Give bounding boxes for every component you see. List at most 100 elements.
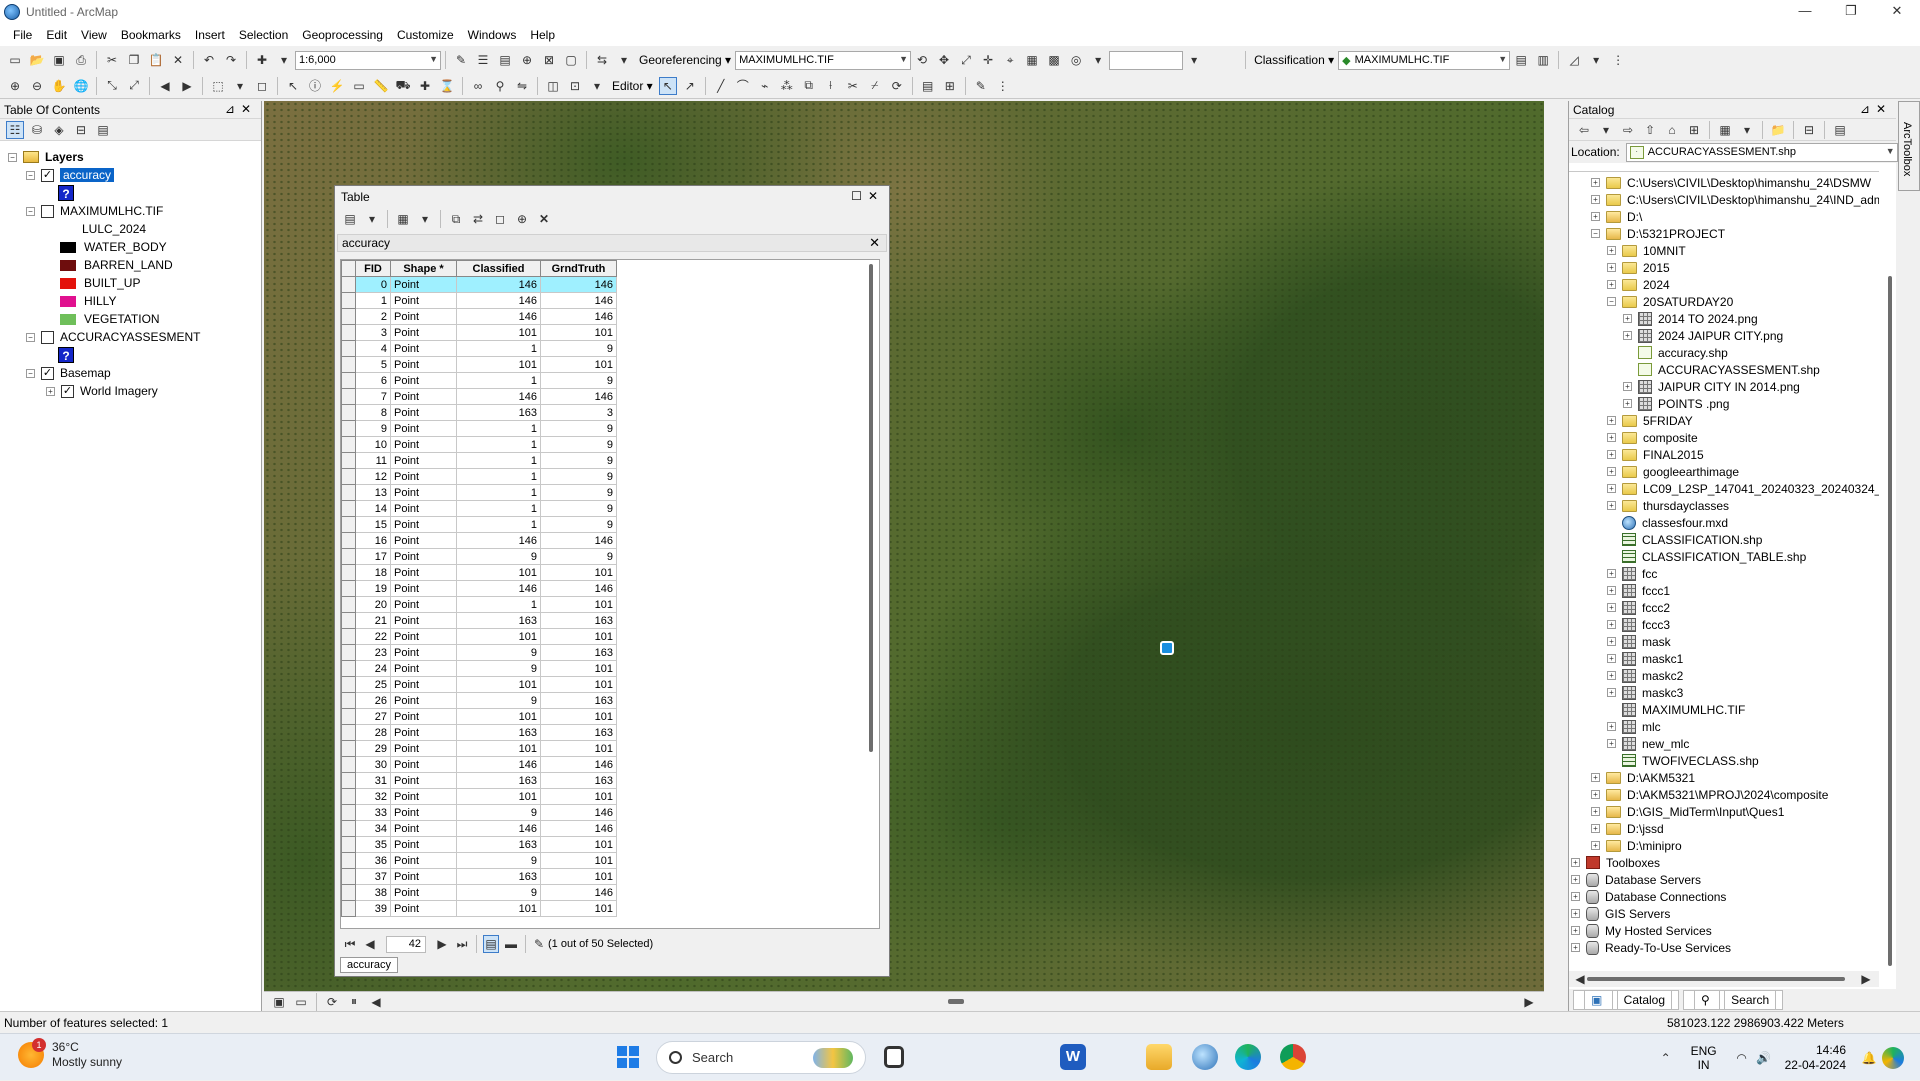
collapse-icon[interactable]: − (1607, 297, 1616, 306)
table-options-icon[interactable]: ▤ (341, 210, 359, 228)
cell-grndtruth[interactable]: 146 (540, 276, 617, 293)
table-row[interactable]: 36 Point 9 101 (341, 852, 617, 869)
swipe-icon[interactable]: ⇋ (513, 77, 531, 95)
chevron-down-icon[interactable]: ▾ (1738, 121, 1756, 139)
table-row[interactable]: 25 Point 101 101 (341, 676, 617, 693)
row-selector[interactable] (341, 452, 356, 469)
cell-grndtruth[interactable]: 9 (540, 420, 617, 437)
table-row[interactable]: 26 Point 9 163 (341, 692, 617, 709)
minimize-button[interactable]: — (1782, 0, 1828, 24)
next-record-icon[interactable]: ▶ (434, 935, 450, 953)
row-selector[interactable] (341, 644, 356, 661)
row-selector[interactable] (341, 420, 356, 437)
close-icon[interactable]: ✕ (868, 189, 884, 203)
row-selector[interactable] (341, 820, 356, 837)
tab-catalog[interactable]: ▣ Catalog (1573, 990, 1680, 1010)
viewer-icon[interactable]: ◎ (1067, 51, 1085, 69)
row-selector[interactable] (341, 660, 356, 677)
cell-classified[interactable]: 1 (456, 340, 541, 357)
row-selector-header[interactable] (341, 260, 356, 277)
cell-classified[interactable]: 9 (456, 852, 541, 869)
barren-land-swatch[interactable] (60, 259, 76, 271)
zoom-in-icon[interactable]: ⊕ (6, 77, 24, 95)
cell-classified[interactable]: 1 (456, 372, 541, 389)
expand-icon[interactable]: + (1571, 943, 1580, 952)
catalog-tree-item[interactable]: + mask (1607, 633, 1671, 650)
scroll-left-icon[interactable]: ◀ (367, 993, 385, 1011)
row-selector[interactable] (341, 724, 356, 741)
delete-icon[interactable]: ✕ (169, 51, 187, 69)
table-row[interactable]: 13 Point 1 9 (341, 484, 617, 501)
table-row[interactable]: 30 Point 146 146 (341, 756, 617, 773)
clear-selection-icon[interactable]: ◻ (253, 77, 271, 95)
cell-classified[interactable]: 146 (456, 820, 541, 837)
cell-shape[interactable]: Point (390, 308, 457, 325)
cell-grndtruth[interactable]: 9 (540, 452, 617, 469)
table-row[interactable]: 8 Point 163 3 (341, 404, 617, 421)
classification-menu[interactable]: Classification ▾ (1254, 53, 1334, 67)
cell-classified[interactable]: 9 (456, 804, 541, 821)
catalog-tree-item[interactable]: +2014 TO 2024.png (1623, 310, 1758, 327)
cell-grndtruth[interactable]: 101 (540, 564, 617, 581)
catalog-tree-item[interactable]: + maskc3 (1607, 684, 1683, 701)
catalog-tree-item[interactable]: accuracy.shp (1623, 344, 1728, 361)
zoom-out-icon[interactable]: ⊖ (28, 77, 46, 95)
pin-icon[interactable]: ⊿ (225, 102, 241, 116)
cell-fid[interactable]: 4 (355, 340, 391, 357)
identify-icon[interactable]: ⓘ (306, 77, 324, 95)
training-sample-manager-icon[interactable]: ▤ (1512, 51, 1530, 69)
row-selector[interactable] (341, 484, 356, 501)
catalog-tree-item[interactable]: + LC09_L2SP_147041_20240323_20240324_02_T (1607, 480, 1879, 497)
scale-icon[interactable]: ⤢ (957, 51, 975, 69)
collapse-icon[interactable]: − (26, 332, 35, 342)
column-header-classified[interactable]: Classified (456, 260, 541, 277)
row-selector[interactable] (341, 692, 356, 709)
cell-grndtruth[interactable]: 101 (540, 868, 617, 885)
catalog-tree-item[interactable]: + C:\Users\CIVIL\Desktop\himanshu_24\IND_… (1591, 191, 1879, 208)
row-selector[interactable] (341, 596, 356, 613)
cell-classified[interactable]: 163 (456, 724, 541, 741)
cell-grndtruth[interactable]: 101 (540, 356, 617, 373)
add-data-icon[interactable]: ✚ (253, 51, 271, 69)
chevron-down-icon[interactable]: ▾ (588, 77, 606, 95)
catalog-tree-item[interactable]: +10MNIT (1607, 242, 1686, 259)
cell-shape[interactable]: Point (390, 500, 457, 517)
word-app-icon[interactable]: W (1060, 1044, 1086, 1070)
cell-fid[interactable]: 7 (355, 388, 391, 405)
cell-shape[interactable]: Point (390, 676, 457, 693)
cell-shape[interactable]: Point (390, 292, 457, 309)
scroll-right-icon[interactable]: ▶ (1857, 970, 1875, 988)
catalog-tree-item[interactable]: + composite (1607, 429, 1698, 446)
vertical-scrollbar[interactable] (869, 264, 873, 752)
cell-grndtruth[interactable]: 146 (540, 820, 617, 837)
catalog-tree-item[interactable]: + new_mlc (1607, 735, 1689, 752)
cell-fid[interactable]: 33 (355, 804, 391, 821)
catalog-tree-item[interactable]: + POINTS .png (1623, 395, 1729, 412)
previous-record-icon[interactable]: ◀ (362, 935, 378, 953)
cell-shape[interactable]: Point (390, 868, 457, 885)
cell-shape[interactable]: Point (390, 900, 457, 917)
cell-grndtruth[interactable]: 163 (540, 772, 617, 789)
toc-item-accuracy[interactable]: − ✓ accuracy (26, 166, 115, 184)
show-selected-records-icon[interactable]: ▬ (503, 935, 519, 953)
cell-fid[interactable]: 30 (355, 756, 391, 773)
cell-shape[interactable]: Point (390, 804, 457, 821)
cell-grndtruth[interactable]: 101 (540, 596, 617, 613)
toggle-contents-icon[interactable]: ⊞ (1685, 121, 1703, 139)
cell-shape[interactable]: Point (390, 820, 457, 837)
expand-icon[interactable]: + (1607, 739, 1616, 748)
clear-selection-icon[interactable]: ◻ (491, 210, 509, 228)
cell-classified[interactable]: 101 (456, 628, 541, 645)
cell-grndtruth[interactable]: 9 (540, 484, 617, 501)
column-header-fid[interactable]: FID (355, 260, 391, 277)
collapse-icon[interactable]: − (26, 368, 35, 378)
grid-view-icon[interactable]: ▩ (1045, 51, 1063, 69)
row-selector[interactable] (341, 740, 356, 757)
table-row[interactable]: 0 Point 146 146 (341, 276, 617, 293)
cell-fid[interactable]: 17 (355, 548, 391, 565)
reshape-icon[interactable]: ⟊ (822, 77, 840, 95)
cell-classified[interactable]: 1 (456, 484, 541, 501)
row-selector[interactable] (341, 404, 356, 421)
cell-shape[interactable]: Point (390, 356, 457, 373)
table-row[interactable]: 17 Point 9 9 (341, 548, 617, 565)
